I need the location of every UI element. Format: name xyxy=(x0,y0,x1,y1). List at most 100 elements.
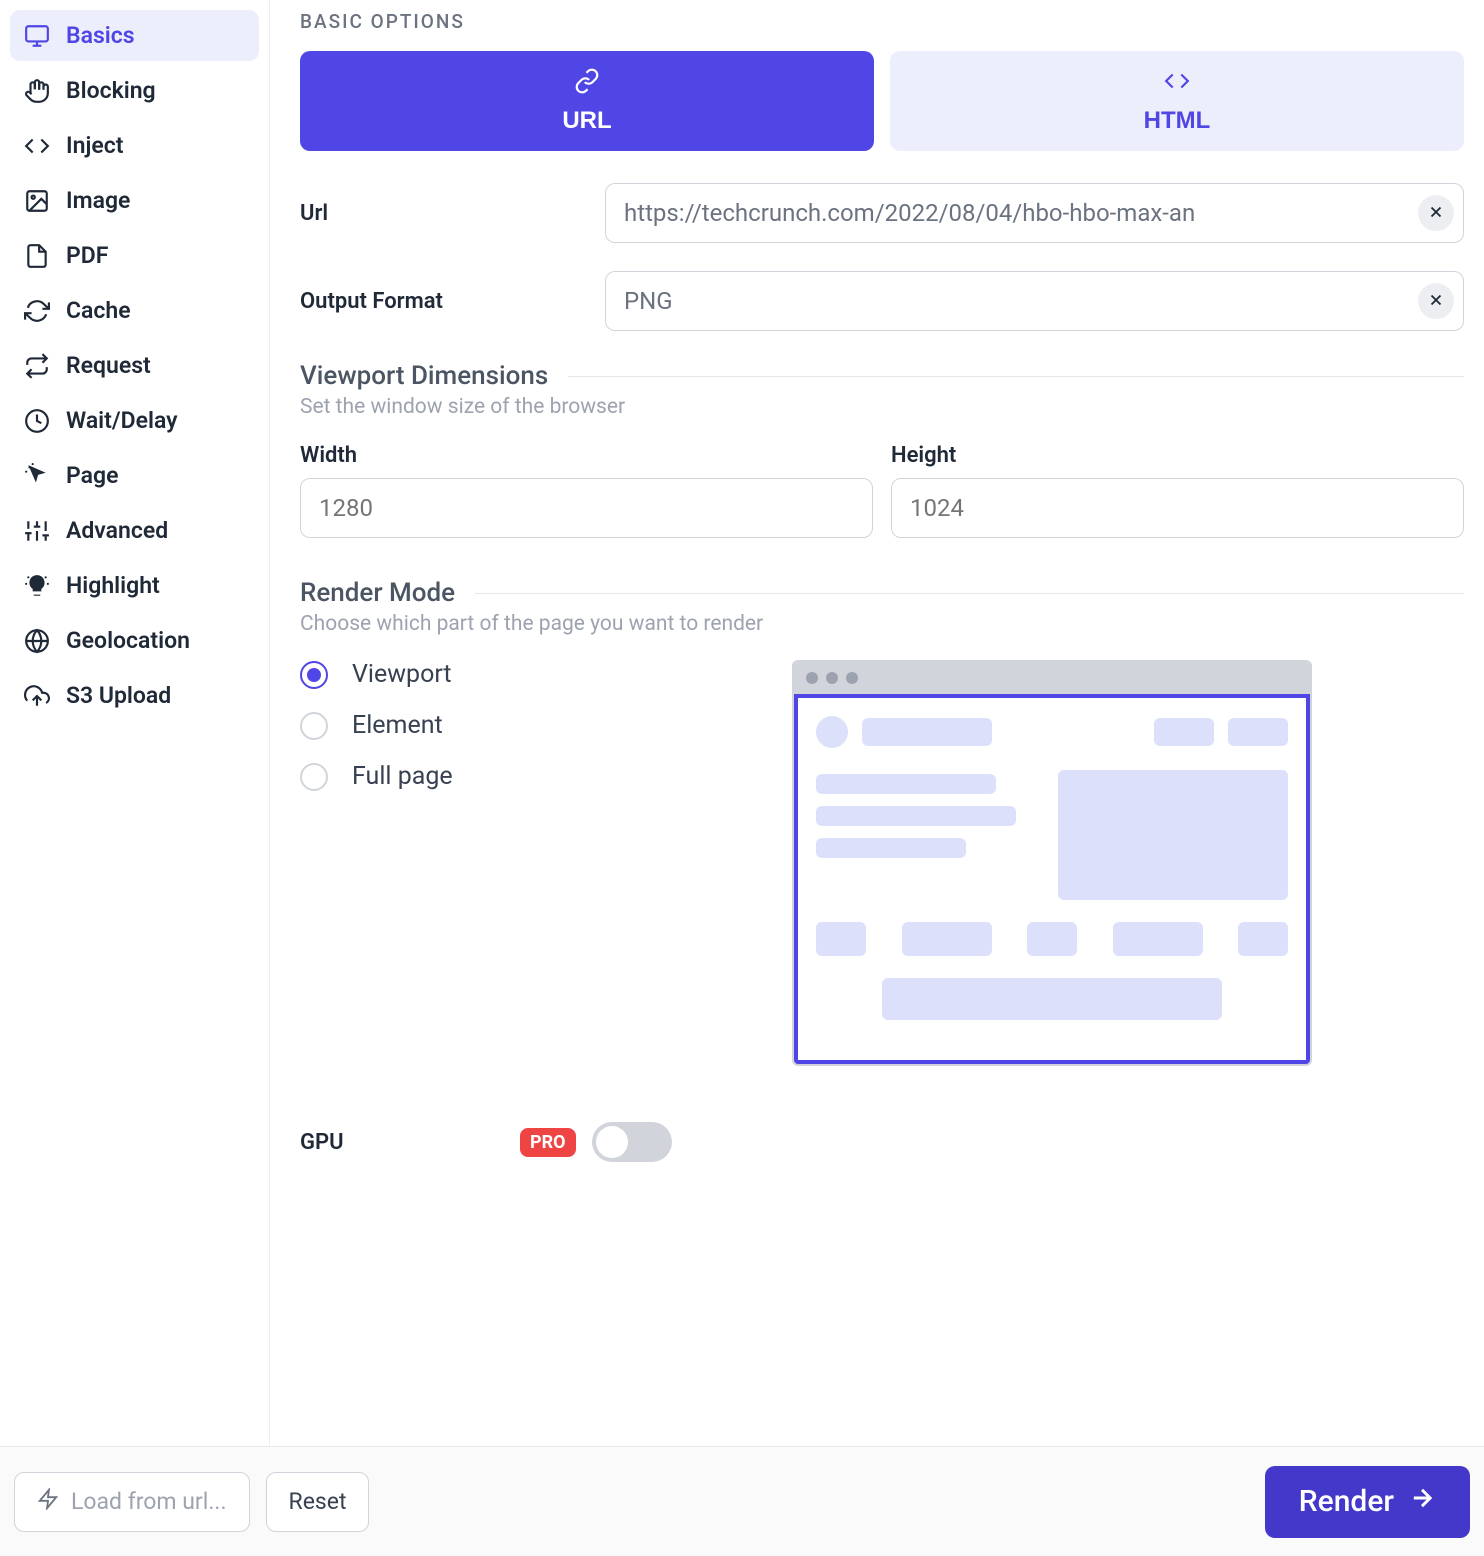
reset-button[interactable]: Reset xyxy=(266,1472,370,1532)
toggle-knob xyxy=(596,1126,628,1158)
sidebar-item-highlight[interactable]: Highlight xyxy=(10,560,259,611)
sidebar-item-pdf[interactable]: PDF xyxy=(10,230,259,281)
sidebar-item-advanced[interactable]: Advanced xyxy=(10,505,259,556)
radio-label: Full page xyxy=(352,762,453,791)
viewport-desc: Set the window size of the browser xyxy=(300,395,1464,419)
render-mode-radio-element[interactable]: Element xyxy=(300,711,600,740)
close-icon xyxy=(1427,291,1445,312)
output-format-row: Output Format xyxy=(300,271,1464,331)
url-input[interactable] xyxy=(605,183,1464,243)
sidebar-item-cache[interactable]: Cache xyxy=(10,285,259,336)
sidebar-item-label: Cache xyxy=(66,297,131,324)
section-label: BASIC OPTIONS xyxy=(300,10,1464,33)
tab-label: HTML xyxy=(1144,107,1211,135)
footer: Load from url... Reset Render xyxy=(0,1446,1484,1556)
viewport-fields: Width Height xyxy=(300,443,1464,538)
radio-label: Viewport xyxy=(352,660,452,689)
render-mode-header: Render Mode xyxy=(300,578,1464,608)
sidebar-item-basics[interactable]: Basics xyxy=(10,10,259,61)
sidebar-item-image[interactable]: Image xyxy=(10,175,259,226)
sidebar: Basics Blocking Inject Image PDF Cache Request… xyxy=(0,0,270,1446)
render-mode-row: Viewport Element Full page xyxy=(300,660,1464,1066)
clock-icon xyxy=(24,408,50,434)
tab-label: URL xyxy=(562,107,611,135)
render-button[interactable]: Render xyxy=(1265,1466,1470,1538)
input-mode-tabs: URL HTML xyxy=(300,51,1464,151)
content-panel: BASIC OPTIONS URL HTML Url xyxy=(270,0,1484,1446)
output-format-clear-button[interactable] xyxy=(1418,283,1454,319)
sidebar-item-geolocation[interactable]: Geolocation xyxy=(10,615,259,666)
bulb-icon xyxy=(24,573,50,599)
render-label: Render xyxy=(1299,1484,1394,1519)
divider xyxy=(475,593,1464,594)
height-input[interactable] xyxy=(891,478,1464,538)
reset-label: Reset xyxy=(289,1488,347,1515)
gpu-row: GPU PRO xyxy=(300,1122,1464,1162)
arrow-right-icon xyxy=(1408,1484,1436,1520)
image-icon xyxy=(24,188,50,214)
sidebar-item-label: Inject xyxy=(66,132,123,159)
render-mode-radio-viewport[interactable]: Viewport xyxy=(300,660,600,689)
swap-icon xyxy=(24,353,50,379)
globe-icon xyxy=(24,628,50,654)
tab-url[interactable]: URL xyxy=(300,51,874,151)
load-from-url-button[interactable]: Load from url... xyxy=(14,1472,250,1532)
render-mode-radios: Viewport Element Full page xyxy=(300,660,600,791)
sidebar-item-label: Basics xyxy=(66,22,135,49)
tab-html[interactable]: HTML xyxy=(890,51,1464,151)
hand-icon xyxy=(24,78,50,104)
sidebar-item-label: Image xyxy=(66,187,130,214)
render-mode-desc: Choose which part of the page you want t… xyxy=(300,612,1464,636)
sidebar-item-s3-upload[interactable]: S3 Upload xyxy=(10,670,259,721)
sidebar-item-wait-delay[interactable]: Wait/Delay xyxy=(10,395,259,446)
viewport-title: Viewport Dimensions xyxy=(300,361,548,391)
link-icon xyxy=(574,68,600,101)
bolt-icon xyxy=(37,1488,59,1516)
sliders-icon xyxy=(24,518,50,544)
output-format-input[interactable] xyxy=(605,271,1464,331)
browser-titlebar xyxy=(794,662,1310,694)
sidebar-item-label: Advanced xyxy=(66,517,168,544)
viewport-header: Viewport Dimensions xyxy=(300,361,1464,391)
sidebar-item-label: Blocking xyxy=(66,77,156,104)
sidebar-item-request[interactable]: Request xyxy=(10,340,259,391)
sidebar-item-page[interactable]: Page xyxy=(10,450,259,501)
gpu-toggle[interactable] xyxy=(592,1122,672,1162)
render-preview xyxy=(640,660,1464,1066)
sidebar-item-label: Highlight xyxy=(66,572,160,599)
output-format-label: Output Format xyxy=(300,289,605,314)
cursor-icon xyxy=(24,463,50,489)
render-mode-title: Render Mode xyxy=(300,578,455,608)
radio-icon xyxy=(300,712,328,740)
width-label: Width xyxy=(300,443,873,468)
radio-label: Element xyxy=(352,711,443,740)
height-label: Height xyxy=(891,443,1464,468)
sidebar-item-inject[interactable]: Inject xyxy=(10,120,259,171)
load-label: Load from url... xyxy=(71,1488,227,1515)
upload-icon xyxy=(24,683,50,709)
sidebar-item-label: PDF xyxy=(66,242,108,269)
file-icon xyxy=(24,243,50,269)
code-icon xyxy=(24,133,50,159)
close-icon xyxy=(1427,203,1445,224)
url-clear-button[interactable] xyxy=(1418,195,1454,231)
refresh-icon xyxy=(24,298,50,324)
sidebar-item-label: Geolocation xyxy=(66,627,190,654)
sidebar-item-label: Page xyxy=(66,462,118,489)
sidebar-item-label: Request xyxy=(66,352,151,379)
divider xyxy=(568,376,1464,377)
gpu-label: GPU xyxy=(300,1130,520,1155)
sidebar-item-blocking[interactable]: Blocking xyxy=(10,65,259,116)
radio-icon xyxy=(300,763,328,791)
width-input[interactable] xyxy=(300,478,873,538)
monitor-icon xyxy=(24,23,50,49)
render-mode-radio-full-page[interactable]: Full page xyxy=(300,762,600,791)
code-icon xyxy=(1164,68,1190,101)
sidebar-item-label: Wait/Delay xyxy=(66,407,178,434)
url-label: Url xyxy=(300,201,605,226)
browser-mock xyxy=(792,660,1312,1066)
url-row: Url xyxy=(300,183,1464,243)
sidebar-item-label: S3 Upload xyxy=(66,682,171,709)
pro-badge: PRO xyxy=(520,1128,576,1157)
radio-icon xyxy=(300,661,328,689)
